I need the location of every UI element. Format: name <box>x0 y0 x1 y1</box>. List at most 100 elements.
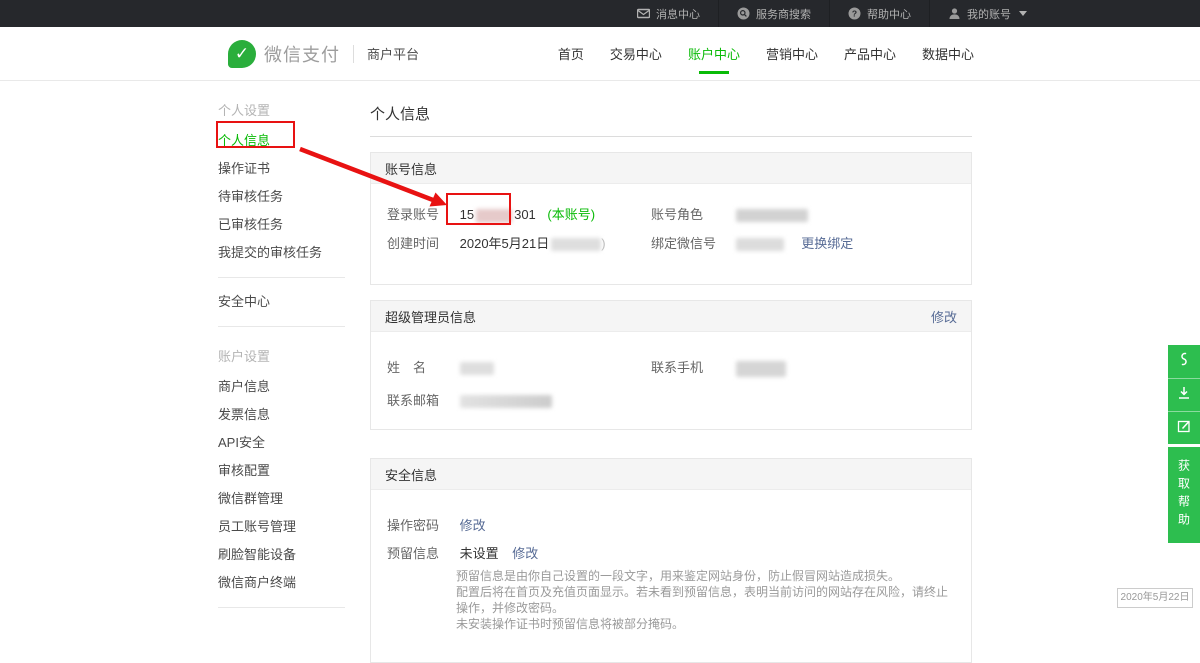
mail-icon <box>637 7 650 20</box>
sidebar-item-review-config[interactable]: 审核配置 <box>218 464 345 477</box>
wechat-pay-logo-icon: ✓ <box>228 40 256 68</box>
sidebar-divider <box>218 326 345 327</box>
current-account-tag: (本账号) <box>547 207 595 222</box>
nav-product-center[interactable]: 产品中心 <box>841 27 899 81</box>
account-info-body: 登录账号 15301 (本账号) 账号角色 创建时间 2020年5月21日) 绑… <box>371 184 971 284</box>
link-icon <box>1176 351 1192 372</box>
redacted-account-role <box>736 209 808 222</box>
sidebar-item-personal-info[interactable]: 个人信息 <box>218 134 345 147</box>
nav-data-center[interactable]: 数据中心 <box>919 27 977 81</box>
admin-email-row: 联系邮箱 <box>387 394 955 407</box>
super-admin-title: 超级管理员信息 <box>385 307 476 326</box>
nav-transaction-center[interactable]: 交易中心 <box>607 27 665 81</box>
security-info-header: 安全信息 <box>371 459 971 490</box>
wechat-pay-logo-text: 微信支付 <box>264 41 340 67</box>
super-admin-edit-link[interactable]: 修改 <box>931 307 957 326</box>
login-account-value: 15301 <box>460 207 536 222</box>
help-icon: ? <box>848 7 861 20</box>
reserve-info-row: 预留信息 未设置 修改 <box>387 547 955 560</box>
main-content: 个人信息 账号信息 登录账号 15301 (本账号) 账号角色 创建时间 202… <box>370 81 972 663</box>
account-info-section: 账号信息 登录账号 15301 (本账号) 账号角色 创建时间 2020年5月2… <box>370 152 972 285</box>
sidebar-item-face-smart-device[interactable]: 刷脸智能设备 <box>218 548 345 561</box>
sidebar-item-api-security[interactable]: API安全 <box>218 436 345 449</box>
sidebar-item-merchant-info[interactable]: 商户信息 <box>218 380 345 393</box>
super-admin-header: 超级管理员信息 修改 <box>371 301 971 332</box>
operation-password-label: 操作密码 <box>387 519 456 532</box>
created-time-row: 创建时间 2020年5月21日) 绑定微信号 更换绑定 <box>387 237 955 250</box>
brand-area[interactable]: ✓ 微信支付 商户平台 <box>228 40 419 68</box>
page-title: 个人信息 <box>370 103 972 124</box>
logo-divider <box>353 45 354 63</box>
operation-password-edit-link[interactable]: 修改 <box>460 518 486 533</box>
merchant-platform-label: 商户平台 <box>367 44 419 63</box>
sidebar-item-invoice-info[interactable]: 发票信息 <box>218 408 345 421</box>
rebind-wechat-link[interactable]: 更换绑定 <box>801 236 853 251</box>
nav-home[interactable]: 首页 <box>555 27 587 81</box>
redacted-admin-email <box>460 395 552 408</box>
user-icon <box>948 7 961 20</box>
floating-toolbar: 获取帮助 <box>1168 345 1200 543</box>
account-role-field: 账号角色 <box>651 208 808 222</box>
admin-phone-field: 联系手机 <box>651 361 786 377</box>
sidebar-item-operation-certificate[interactable]: 操作证书 <box>218 162 345 175</box>
sidebar-item-staff-account-mgmt[interactable]: 员工账号管理 <box>218 520 345 533</box>
admin-name-row: 姓 名 联系手机 <box>387 361 955 374</box>
sidebar-divider <box>218 277 345 278</box>
created-time-value: 2020年5月21日) <box>460 236 606 251</box>
reserve-info-label: 预留信息 <box>387 547 456 560</box>
reserve-info-tips: 预留信息是由你自己设置的一段文字，用来鉴定网站身份，防止假冒网站造成损失。 配置… <box>456 568 955 632</box>
search-icon <box>737 7 750 20</box>
service-provider-search-link[interactable]: 服务商搜索 <box>718 0 829 27</box>
redacted-admin-phone <box>736 361 786 377</box>
reserve-tip-line3: 未安装操作证书时预留信息将被部分掩码。 <box>456 616 955 632</box>
edit-icon <box>1176 418 1192 439</box>
super-admin-section: 超级管理员信息 修改 姓 名 联系手机 联系邮箱 <box>370 300 972 430</box>
my-account-label: 我的账号 <box>967 6 1011 22</box>
bound-wechat-field: 绑定微信号 更换绑定 <box>651 237 853 251</box>
sidebar-item-wechat-group-mgmt[interactable]: 微信群管理 <box>218 492 345 505</box>
sidebar-divider <box>218 607 345 608</box>
account-role-label: 账号角色 <box>651 208 732 221</box>
sidebar-item-my-submitted-tasks[interactable]: 我提交的审核任务 <box>218 246 345 259</box>
created-time-label: 创建时间 <box>387 237 456 250</box>
sidebar-item-security-center[interactable]: 安全中心 <box>218 295 345 308</box>
nav-marketing-center[interactable]: 营销中心 <box>763 27 821 81</box>
operation-password-row: 操作密码 修改 <box>387 519 955 532</box>
main-header: ✓ 微信支付 商户平台 首页 交易中心 账户中心 营销中心 产品中心 数据中心 <box>0 27 1200 81</box>
message-center-link[interactable]: 消息中心 <box>619 0 718 27</box>
sidebar-group-account-settings: 账户设置 <box>218 346 345 365</box>
top-utility-bar: 消息中心 服务商搜索 ? 帮助中心 我的账号 <box>0 0 1200 27</box>
reserve-info-edit-link[interactable]: 修改 <box>512 546 538 561</box>
help-center-link[interactable]: ? 帮助中心 <box>829 0 929 27</box>
reserve-info-status: 未设置 <box>460 546 499 561</box>
admin-name-label: 姓 名 <box>387 361 456 374</box>
download-button[interactable] <box>1168 378 1200 411</box>
admin-phone-label: 联系手机 <box>651 361 732 374</box>
sidebar-item-wechat-merchant-terminal[interactable]: 微信商户终端 <box>218 576 345 589</box>
security-info-section: 安全信息 操作密码 修改 预留信息 未设置 修改 预留信息是由你自己设置的一段文… <box>370 458 972 663</box>
corner-date-note: 2020年5月22日 <box>1117 588 1193 608</box>
get-help-button[interactable]: 获取帮助 <box>1168 447 1200 543</box>
login-account-label: 登录账号 <box>387 208 456 221</box>
title-divider <box>370 136 972 137</box>
redacted-account-digits <box>476 209 512 223</box>
account-info-header: 账号信息 <box>371 153 971 184</box>
feedback-button[interactable] <box>1168 411 1200 444</box>
account-info-title: 账号信息 <box>385 159 437 178</box>
my-account-menu[interactable]: 我的账号 <box>929 0 1045 27</box>
help-center-label: 帮助中心 <box>867 6 911 22</box>
redacted-wechat-id <box>736 238 784 251</box>
caret-down-icon <box>1019 11 1027 16</box>
bound-wechat-label: 绑定微信号 <box>651 237 732 250</box>
quick-link-button[interactable] <box>1168 345 1200 378</box>
login-account-row: 登录账号 15301 (本账号) 账号角色 <box>387 208 955 221</box>
svg-text:?: ? <box>852 8 857 18</box>
sidebar-item-pending-review-tasks[interactable]: 待审核任务 <box>218 190 345 203</box>
sidebar-item-reviewed-tasks[interactable]: 已审核任务 <box>218 218 345 231</box>
redacted-admin-name <box>460 362 494 375</box>
sidebar-group-personal-settings: 个人设置 <box>218 100 345 119</box>
nav-account-center[interactable]: 账户中心 <box>685 27 743 81</box>
reserve-tip-line2: 配置后将在首页及充值页面显示。若未看到预留信息，表明当前访问的网站存在风险，请终… <box>456 584 955 616</box>
service-provider-search-label: 服务商搜索 <box>756 6 811 22</box>
security-info-body: 操作密码 修改 预留信息 未设置 修改 预留信息是由你自己设置的一段文字，用来鉴… <box>371 490 971 662</box>
